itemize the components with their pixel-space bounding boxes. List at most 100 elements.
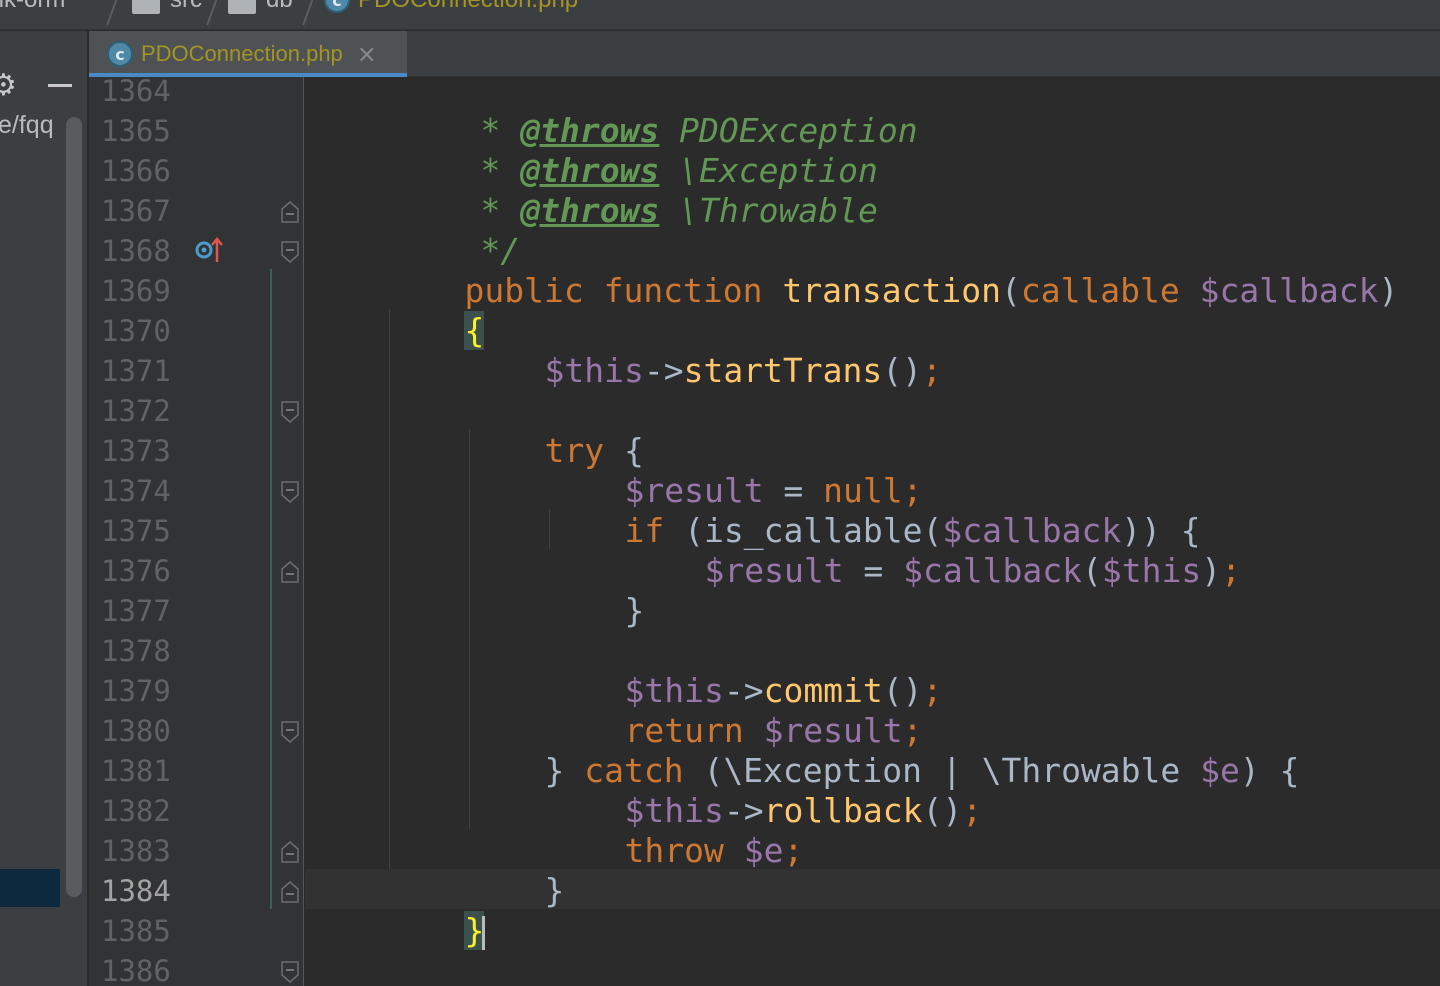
keyword: callable xyxy=(1020,271,1180,310)
code-line-1366[interactable]: * @throws \Throwable xyxy=(401,151,877,230)
semicolon: ; xyxy=(783,831,804,870)
code-line-1380[interactable]: } catch (\Exception | \Throwable $e) { xyxy=(465,711,1299,790)
code-line-1384[interactable]: } xyxy=(385,871,486,950)
brace: } xyxy=(624,591,645,630)
line-number: 1374 xyxy=(101,474,171,508)
text-caret xyxy=(482,915,486,950)
code-line-1365[interactable]: * @throws \Exception xyxy=(401,111,877,190)
line-number: 1367 xyxy=(101,194,171,228)
line-number: 1379 xyxy=(101,674,171,708)
line-number: 1377 xyxy=(101,594,171,628)
fold-start-icon[interactable] xyxy=(281,481,299,503)
keyword: function xyxy=(603,271,763,310)
line-number: 1386 xyxy=(101,954,171,986)
code-editor[interactable]: * @throws PDOException * @throws \Except… xyxy=(305,77,1440,986)
folder-icon xyxy=(132,0,160,14)
breadcrumb-project[interactable]: link-orm xyxy=(0,0,65,14)
line-number: 1371 xyxy=(101,354,171,388)
breadcrumb-db-label: db xyxy=(266,0,293,14)
line-number: 1381 xyxy=(101,754,171,788)
fold-end-icon[interactable] xyxy=(281,881,299,903)
variable: $result xyxy=(704,551,844,590)
doc-tag: @throws xyxy=(520,191,660,230)
method-call: startTrans xyxy=(683,351,883,390)
code-line-1373[interactable]: $result = null; xyxy=(545,431,922,510)
assign-operator: = xyxy=(843,551,904,590)
line-number: 1382 xyxy=(101,794,171,828)
code-line-1381[interactable]: $this->rollback(); xyxy=(545,751,982,830)
code-line-1364[interactable]: * @throws PDOException xyxy=(401,77,917,150)
variable: $this xyxy=(1101,551,1202,590)
fold-end-icon[interactable] xyxy=(281,561,299,583)
code-line-1382[interactable]: throw $e; xyxy=(545,791,803,870)
brace: ) { xyxy=(1239,751,1300,790)
code-line-1367[interactable]: */ xyxy=(401,191,520,270)
code-line-1375[interactable]: $result = $callback($this); xyxy=(625,511,1240,590)
code-line-1374[interactable]: if (is_callable($callback)) { xyxy=(545,471,1200,550)
breadcrumb-src[interactable]: src xyxy=(132,0,202,14)
fold-start-icon[interactable] xyxy=(281,241,299,263)
gear-icon[interactable]: ⚙ xyxy=(0,71,20,101)
paren: ( xyxy=(1000,271,1021,310)
variable: $e xyxy=(723,831,784,870)
variable: $this xyxy=(544,351,644,390)
code-line-1379[interactable]: return $result; xyxy=(545,671,922,750)
breadcrumb-separator xyxy=(206,0,220,26)
override-method-icon[interactable] xyxy=(193,234,231,264)
change-bar xyxy=(270,269,272,909)
paren: ) xyxy=(1378,271,1399,310)
variable: $e xyxy=(1200,751,1240,790)
semicolon: ; xyxy=(962,791,983,830)
code-line-1370[interactable]: $this->startTrans(); xyxy=(465,311,941,390)
fold-start-icon[interactable] xyxy=(281,961,299,983)
breadcrumb: link-orm src db c PDOConnection.php xyxy=(0,0,1440,30)
breadcrumb-file[interactable]: c PDOConnection.php xyxy=(324,0,578,14)
line-number: 1366 xyxy=(101,154,171,188)
breadcrumb-db[interactable]: db xyxy=(228,0,293,14)
line-number: 1373 xyxy=(101,434,171,468)
code-line-1372[interactable]: try { xyxy=(465,391,643,470)
line-number: 1364 xyxy=(101,74,171,108)
paren: () xyxy=(922,791,963,830)
paren: ) xyxy=(1201,551,1222,590)
variable: $callback xyxy=(1199,271,1379,310)
minimize-icon[interactable] xyxy=(48,84,72,87)
project-tree-path[interactable]: e/fqq xyxy=(0,111,54,140)
fold-start-icon[interactable] xyxy=(281,721,299,743)
line-number: 1368 xyxy=(101,234,171,268)
editor-gutter[interactable]: 1364 1365 1366 1367 1368 1369 1370 1371 … xyxy=(89,74,304,986)
project-tree-selected-row[interactable] xyxy=(0,869,60,907)
folder-icon xyxy=(228,0,256,14)
code-line-1368[interactable]: public function transaction(callable $ca… xyxy=(385,231,1398,310)
fold-end-icon[interactable] xyxy=(281,841,299,863)
function-name: transaction xyxy=(782,271,1001,310)
paren: ( xyxy=(1081,551,1102,590)
arrow-operator: -> xyxy=(643,351,684,390)
semicolon: ; xyxy=(922,671,943,710)
brace: } xyxy=(544,871,565,910)
variable: $callback xyxy=(903,551,1082,590)
semicolon: ; xyxy=(1221,551,1241,590)
paren: () xyxy=(882,351,923,390)
breadcrumb-src-label: src xyxy=(170,0,202,14)
php-class-icon: c xyxy=(107,41,133,67)
line-number: 1383 xyxy=(101,834,171,868)
code-line-1376[interactable]: } xyxy=(545,551,644,630)
editor-tab-bar: c PDOConnection.php × xyxy=(89,31,1440,77)
project-panel: ⚙ e/fqq xyxy=(0,31,88,986)
line-number: 1365 xyxy=(101,114,171,148)
breadcrumb-separator xyxy=(106,0,120,26)
line-number: 1370 xyxy=(101,314,171,348)
code-line-1378[interactable]: $this->commit(); xyxy=(545,631,942,710)
indent-guide xyxy=(389,309,390,869)
fold-start-icon[interactable] xyxy=(281,401,299,423)
line-number: 1376 xyxy=(101,554,171,588)
keyword: throw xyxy=(624,831,724,870)
code-line-1386[interactable]: /** xyxy=(385,951,524,986)
code-line-1383[interactable]: } xyxy=(465,831,564,910)
php-class-icon: c xyxy=(324,0,350,13)
code-line-1369[interactable]: { xyxy=(385,271,485,350)
project-scrollbar[interactable] xyxy=(66,117,82,897)
close-icon[interactable]: × xyxy=(357,40,377,68)
fold-end-icon[interactable] xyxy=(281,201,299,223)
